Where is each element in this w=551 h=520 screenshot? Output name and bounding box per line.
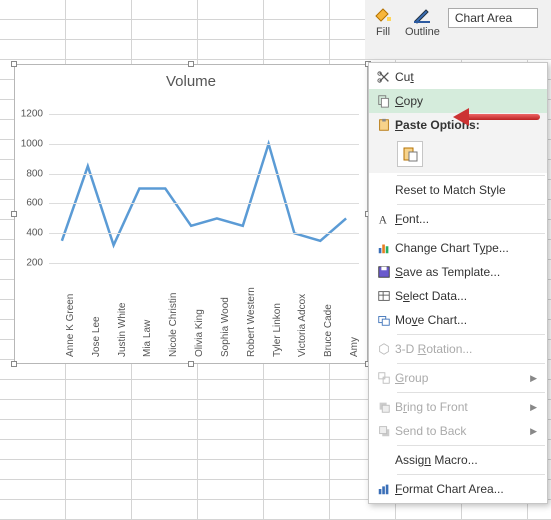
menu-label: Save as Template...	[395, 265, 537, 279]
ribbon-chunk: Fill Outline Chart Area	[365, 0, 551, 60]
submenu-arrow-icon: ▶	[530, 402, 537, 413]
y-axis: 20040060080010001200	[15, 99, 45, 293]
context-menu: Cut Copy Paste Options: Reset to Match S…	[368, 62, 548, 504]
menu-cut[interactable]: Cut	[369, 65, 547, 89]
menu-select-data[interactable]: Select Data...	[369, 284, 547, 308]
format-icon	[373, 482, 395, 496]
separator	[397, 392, 545, 393]
paint-bucket-icon	[373, 4, 393, 24]
move-chart-icon	[373, 313, 395, 327]
menu-save-as-template[interactable]: Save as Template...	[369, 260, 547, 284]
fill-label: Fill	[376, 26, 390, 38]
menu-assign-macro[interactable]: Assign Macro...	[369, 448, 547, 472]
selection-handle[interactable]	[11, 61, 17, 67]
separator	[397, 445, 545, 446]
menu-send-to-back: Send to Back ▶	[369, 419, 547, 443]
chart-element-selector[interactable]: Chart Area	[448, 8, 538, 28]
selection-handle[interactable]	[188, 361, 194, 367]
submenu-arrow-icon: ▶	[530, 426, 537, 437]
send-back-icon	[373, 424, 395, 438]
outline-label: Outline	[405, 26, 440, 38]
save-template-icon	[373, 265, 395, 279]
fill-button[interactable]: Fill	[369, 2, 397, 40]
bring-front-icon	[373, 400, 395, 414]
menu-group: Group ▶	[369, 366, 547, 390]
annotation-arrow	[455, 110, 540, 124]
separator	[397, 233, 545, 234]
paste-button[interactable]	[397, 141, 423, 167]
menu-label: Format Chart Area...	[395, 482, 537, 496]
menu-label: Change Chart Type...	[395, 241, 537, 255]
font-icon: A	[373, 212, 395, 226]
clipboard-icon	[373, 118, 395, 132]
menu-label: Reset to Match Style	[395, 183, 537, 197]
menu-format-chart-area[interactable]: Format Chart Area...	[369, 477, 547, 501]
scissors-icon	[373, 70, 395, 84]
separator	[397, 334, 545, 335]
copy-icon	[373, 94, 395, 108]
menu-label: Select Data...	[395, 289, 537, 303]
x-axis: Anne K GreenJose LeeJustin WhiteMia LawN…	[49, 295, 359, 361]
paste-icon	[402, 146, 418, 162]
select-data-icon	[373, 289, 395, 303]
pen-icon	[412, 4, 432, 24]
menu-label: Bring to Front	[395, 400, 530, 414]
menu-font[interactable]: A Font...	[369, 207, 547, 231]
chart-title[interactable]: Volume	[15, 65, 367, 94]
separator	[397, 175, 545, 176]
menu-reset-match-style[interactable]: Reset to Match Style	[369, 178, 547, 202]
selection-handle[interactable]	[188, 61, 194, 67]
separator	[397, 474, 545, 475]
cube-icon	[373, 342, 395, 356]
chart-type-icon	[373, 241, 395, 255]
outline-button[interactable]: Outline	[401, 2, 444, 40]
menu-move-chart[interactable]: Move Chart...	[369, 308, 547, 332]
menu-change-chart-type[interactable]: Change Chart Type...	[369, 236, 547, 260]
menu-label: Move Chart...	[395, 313, 537, 327]
embedded-chart[interactable]: Volume 20040060080010001200 Anne K Green…	[14, 64, 368, 364]
group-icon	[373, 371, 395, 385]
plot-area	[49, 99, 359, 293]
separator	[397, 363, 545, 364]
menu-label: Assign Macro...	[395, 453, 537, 467]
menu-label: Send to Back	[395, 424, 530, 438]
separator	[397, 204, 545, 205]
menu-label: Copy	[395, 94, 537, 108]
menu-label: Group	[395, 371, 530, 385]
svg-text:A: A	[379, 214, 388, 226]
menu-label: Font...	[395, 212, 537, 226]
menu-label: Cut	[395, 70, 537, 84]
menu-label: 3-D Rotation...	[395, 342, 537, 356]
menu-3d-rotation: 3-D Rotation...	[369, 337, 547, 361]
selection-handle[interactable]	[11, 361, 17, 367]
menu-bring-to-front: Bring to Front ▶	[369, 395, 547, 419]
submenu-arrow-icon: ▶	[530, 373, 537, 384]
paste-options-row	[369, 137, 547, 173]
